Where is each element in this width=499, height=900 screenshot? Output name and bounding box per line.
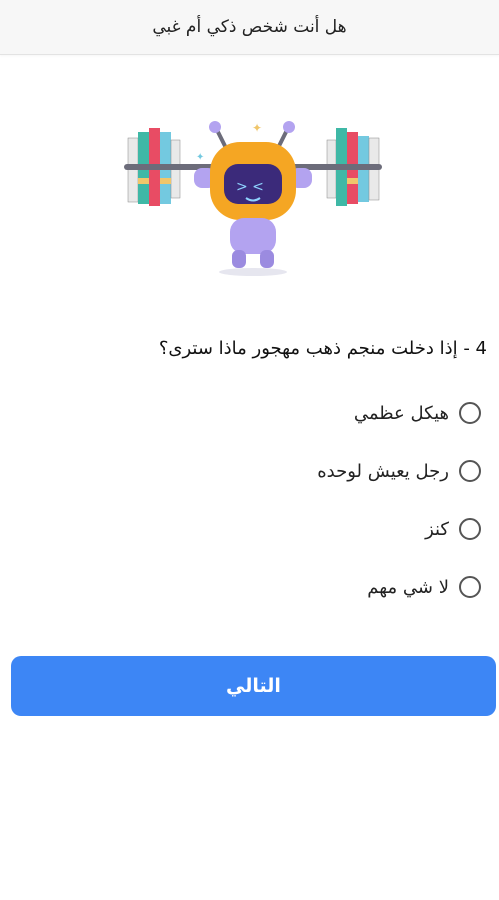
robot-lifting-books-icon: ✦ ✦ > < [124, 121, 382, 276]
svg-text:✦: ✦ [196, 152, 204, 163]
question-text: 4 - إذا دخلت منجم ذهب مهجور ماذا سترى؟ [158, 338, 487, 359]
next-button[interactable]: التالي [11, 656, 496, 716]
option-nothing-important[interactable]: لا شي مهم [181, 572, 481, 602]
svg-text:> <: > < [236, 179, 264, 195]
robot-body [230, 218, 276, 254]
radio-unchecked-icon[interactable] [459, 518, 481, 540]
option-label: هيكل عظمي [353, 402, 449, 424]
radio-unchecked-icon[interactable] [459, 460, 481, 482]
svg-text:✦: ✦ [252, 121, 262, 135]
answer-options: هيكل عظمي رجل يعيش لوحده كنز لا شي مهم [181, 398, 481, 630]
radio-unchecked-icon[interactable] [459, 402, 481, 424]
app-bar: هل أنت شخص ذكي أم غبي [0, 0, 499, 55]
option-lonely-man[interactable]: رجل يعيش لوحده [181, 456, 481, 486]
app-title: هل أنت شخص ذكي أم غبي [152, 17, 347, 37]
option-label: لا شي مهم [367, 576, 449, 598]
option-treasure[interactable]: كنز [181, 514, 481, 544]
option-skeleton[interactable]: هيكل عظمي [181, 398, 481, 428]
option-label: كنز [425, 518, 449, 540]
option-label: رجل يعيش لوحده [317, 460, 449, 482]
radio-unchecked-icon[interactable] [459, 576, 481, 598]
